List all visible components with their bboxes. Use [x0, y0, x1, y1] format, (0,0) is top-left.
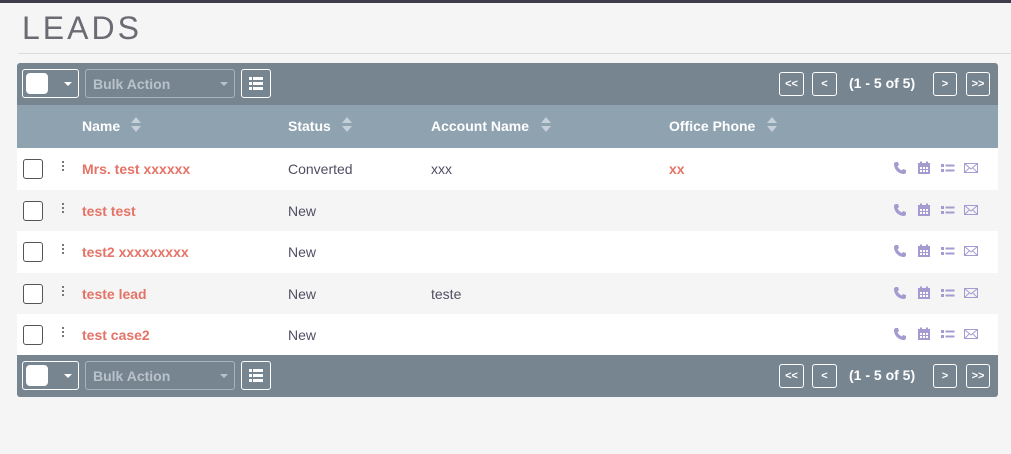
email-icon[interactable]	[964, 203, 978, 217]
lead-status: New	[288, 244, 317, 260]
sort-icon[interactable]	[767, 115, 777, 135]
select-all-checkbox[interactable]	[26, 73, 48, 94]
task-list-icon[interactable]	[941, 286, 955, 300]
title-divider	[18, 53, 1011, 54]
account-name: teste	[431, 285, 462, 302]
column-header-account-name[interactable]: Account Name	[431, 118, 529, 134]
sort-icon[interactable]	[342, 115, 352, 135]
row-menu-icon[interactable]	[62, 161, 65, 175]
lead-status: Converted	[288, 161, 353, 177]
previous-page-button[interactable]: <	[812, 72, 837, 96]
row-menu-icon[interactable]	[62, 202, 65, 217]
chevron-down-icon	[64, 82, 72, 86]
chevron-down-icon	[220, 374, 228, 378]
bulk-action-label: Bulk Action	[93, 76, 171, 92]
next-page-button[interactable]: >	[933, 364, 957, 388]
table-row: test case2 New	[17, 314, 998, 356]
list-columns-icon	[249, 369, 263, 382]
lead-status: New	[288, 285, 317, 302]
phone-icon[interactable]	[893, 327, 907, 341]
bulk-action-dropdown[interactable]: Bulk Action	[85, 361, 235, 390]
table-header: Name Status Account Name Office Phone	[17, 105, 998, 148]
lead-name-link[interactable]: teste lead	[82, 286, 147, 302]
last-page-button[interactable]: >>	[966, 364, 990, 388]
email-icon[interactable]	[964, 244, 978, 258]
last-page-button[interactable]: >>	[966, 72, 990, 96]
bulk-action-dropdown[interactable]: Bulk Action	[85, 69, 235, 98]
row-checkbox[interactable]	[23, 200, 43, 221]
select-all-checkbox[interactable]	[26, 365, 48, 386]
chevron-down-icon	[220, 82, 228, 86]
list-view-panel: Bulk Action << < (1 - 5 of 5) > >> Name …	[17, 63, 998, 397]
row-checkbox[interactable]	[23, 325, 43, 345]
table-row: test test New	[17, 189, 998, 231]
office-phone-link[interactable]: xx	[669, 161, 685, 177]
row-menu-icon[interactable]	[62, 327, 65, 341]
task-list-icon[interactable]	[941, 203, 955, 217]
phone-icon[interactable]	[893, 286, 907, 300]
lead-status: New	[288, 202, 317, 219]
column-header-office-phone[interactable]: Office Phone	[669, 118, 755, 134]
table-row: teste lead New teste	[17, 272, 998, 314]
column-chooser-button[interactable]	[241, 361, 271, 390]
lead-name-link[interactable]: test case2	[82, 327, 150, 343]
sort-icon[interactable]	[131, 115, 141, 135]
bottom-toolbar: Bulk Action << < (1 - 5 of 5) > >>	[17, 355, 998, 397]
next-page-button[interactable]: >	[933, 72, 957, 96]
previous-page-button[interactable]: <	[812, 364, 837, 388]
top-border	[0, 0, 1011, 3]
task-list-icon[interactable]	[941, 161, 955, 175]
account-name: xxx	[431, 161, 452, 177]
calendar-icon[interactable]	[917, 244, 931, 258]
column-header-status[interactable]: Status	[288, 118, 331, 134]
phone-icon[interactable]	[893, 203, 907, 217]
task-list-icon[interactable]	[941, 327, 955, 341]
row-checkbox[interactable]	[23, 242, 43, 262]
pagination-info: (1 - 5 of 5)	[849, 75, 916, 91]
select-all-dropdown[interactable]	[22, 361, 79, 390]
sort-icon[interactable]	[541, 115, 551, 135]
phone-icon[interactable]	[893, 161, 907, 175]
bulk-action-label: Bulk Action	[93, 368, 171, 384]
first-page-button[interactable]: <<	[779, 72, 804, 96]
row-checkbox[interactable]	[23, 159, 43, 179]
row-menu-icon[interactable]	[62, 285, 65, 300]
column-chooser-button[interactable]	[241, 69, 271, 98]
lead-name-link[interactable]: test test	[82, 203, 136, 219]
row-menu-icon[interactable]	[62, 244, 65, 258]
top-toolbar: Bulk Action << < (1 - 5 of 5) > >>	[17, 63, 998, 105]
calendar-icon[interactable]	[917, 327, 931, 341]
column-header-name[interactable]: Name	[82, 118, 120, 134]
calendar-icon[interactable]	[917, 161, 931, 175]
first-page-button[interactable]: <<	[779, 364, 804, 388]
task-list-icon[interactable]	[941, 244, 955, 258]
chevron-down-icon	[64, 374, 72, 378]
table-row: test2 xxxxxxxxx New	[17, 231, 998, 273]
lead-name-link[interactable]: test2 xxxxxxxxx	[82, 244, 189, 260]
select-all-dropdown[interactable]	[22, 69, 79, 98]
calendar-icon[interactable]	[917, 203, 931, 217]
list-columns-icon	[249, 77, 263, 90]
email-icon[interactable]	[964, 161, 978, 175]
row-checkbox[interactable]	[23, 283, 43, 304]
phone-icon[interactable]	[893, 244, 907, 258]
table-row: Mrs. test xxxxxx Converted xxx xx	[17, 148, 998, 190]
calendar-icon[interactable]	[917, 286, 931, 300]
email-icon[interactable]	[964, 286, 978, 300]
lead-status: New	[288, 327, 317, 343]
email-icon[interactable]	[964, 327, 978, 341]
lead-name-link[interactable]: Mrs. test xxxxxx	[82, 161, 190, 177]
pagination-info: (1 - 5 of 5)	[849, 367, 916, 383]
page-title: LEADS	[22, 10, 142, 46]
